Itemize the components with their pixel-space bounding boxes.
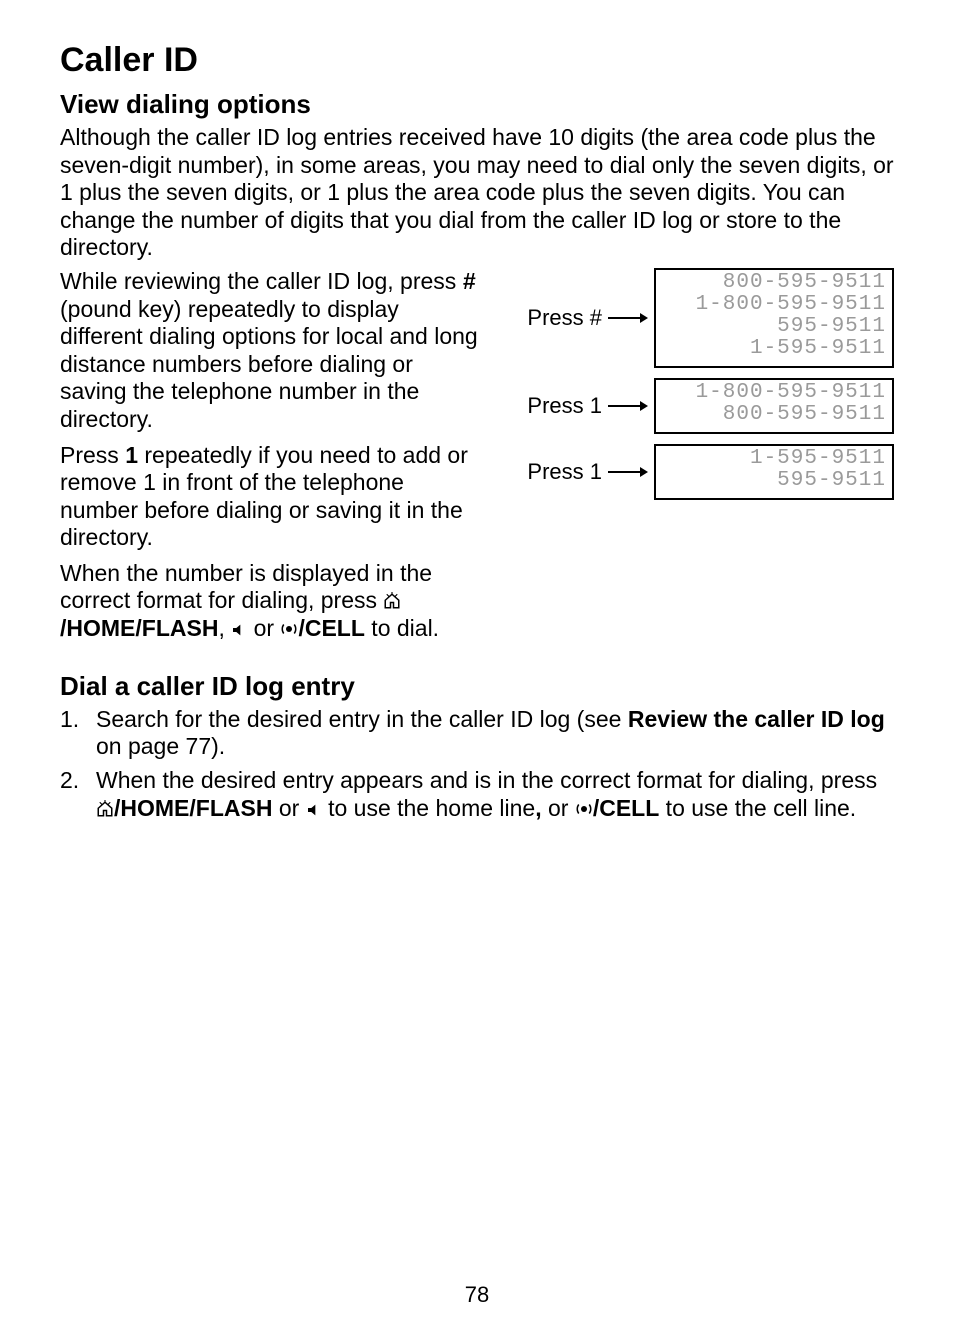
- lcd-box-one-b: 1-595-9511 595-9511: [654, 444, 894, 500]
- arrow-right-icon: [608, 311, 648, 325]
- press-one-label-b: Press 1: [527, 459, 602, 485]
- step1-a: Search for the desired entry in the call…: [96, 706, 628, 732]
- lcd-line: 1-595-9511: [662, 448, 886, 470]
- dial-format-para: When the number is displayed in the corr…: [60, 560, 481, 643]
- step-1: Search for the desired entry in the call…: [60, 706, 894, 761]
- cell-label-2: /CELL: [593, 795, 659, 821]
- pound-para-a: While reviewing the caller ID log, press: [60, 268, 463, 294]
- or-text: or: [254, 615, 281, 641]
- step2-c: to use the cell line.: [659, 795, 856, 821]
- cell-icon: [575, 800, 593, 818]
- lcd-line: 1-800-595-9511: [662, 294, 886, 316]
- one-key-para: Press 1 repeatedly if you need to add or…: [60, 442, 481, 552]
- lcd-line: 595-9511: [662, 470, 886, 492]
- pound-key-label: #: [463, 268, 476, 294]
- lcd-line: 800-595-9511: [662, 404, 886, 426]
- press-one-label-a: Press 1: [527, 393, 602, 419]
- home-flash-label: /HOME/FLASH: [60, 615, 218, 641]
- home-flash-label-2: /HOME/FLASH: [114, 795, 272, 821]
- page-number: 78: [0, 1282, 954, 1308]
- step1-bold: Review the caller ID log: [628, 706, 885, 732]
- page-title: Caller ID: [60, 40, 894, 81]
- or-2: or: [542, 795, 575, 821]
- cell-icon: [280, 620, 298, 638]
- or-1: or: [272, 795, 305, 821]
- lcd-line: 800-595-9511: [662, 272, 886, 294]
- press-pound-label: Press #: [527, 305, 602, 331]
- lcd-line: 1-595-9511: [662, 338, 886, 360]
- lcd-block-one-a: Press 1 1-800-595-9511 800-595-9511: [489, 378, 894, 434]
- cell-label: /CELL: [298, 615, 364, 641]
- comma: ,: [218, 615, 231, 641]
- step-2: When the desired entry appears and is in…: [60, 767, 894, 822]
- home-icon: [96, 800, 114, 818]
- arrow-right-icon: [608, 399, 648, 413]
- lcd-block-one-b: Press 1 1-595-9511 595-9511: [489, 444, 894, 500]
- dial-para-b: to dial.: [365, 615, 439, 641]
- step2-b: to use the home line: [322, 795, 536, 821]
- speaker-icon: [231, 622, 247, 638]
- pound-key-para: While reviewing the caller ID log, press…: [60, 268, 481, 434]
- home-icon: [383, 592, 401, 610]
- lcd-line: 595-9511: [662, 316, 886, 338]
- speaker-icon: [306, 802, 322, 818]
- one-key-label: 1: [125, 442, 138, 468]
- one-para-a: Press: [60, 442, 125, 468]
- intro-paragraph: Although the caller ID log entries recei…: [60, 124, 894, 262]
- lcd-box-one-a: 1-800-595-9511 800-595-9511: [654, 378, 894, 434]
- dial-para-a: When the number is displayed in the corr…: [60, 560, 432, 614]
- pound-para-b: (pound key) repeatedly to display differ…: [60, 296, 478, 432]
- dial-entry-heading: Dial a caller ID log entry: [60, 671, 894, 702]
- lcd-block-pound: Press # 800-595-9511 1-800-595-9511 595-…: [489, 268, 894, 368]
- view-dialing-heading: View dialing options: [60, 89, 894, 120]
- arrow-right-icon: [608, 465, 648, 479]
- lcd-line: 1-800-595-9511: [662, 382, 886, 404]
- step2-a: When the desired entry appears and is in…: [96, 767, 877, 793]
- lcd-box-pound: 800-595-9511 1-800-595-9511 595-9511 1-5…: [654, 268, 894, 368]
- step1-b: on page 77).: [96, 733, 225, 759]
